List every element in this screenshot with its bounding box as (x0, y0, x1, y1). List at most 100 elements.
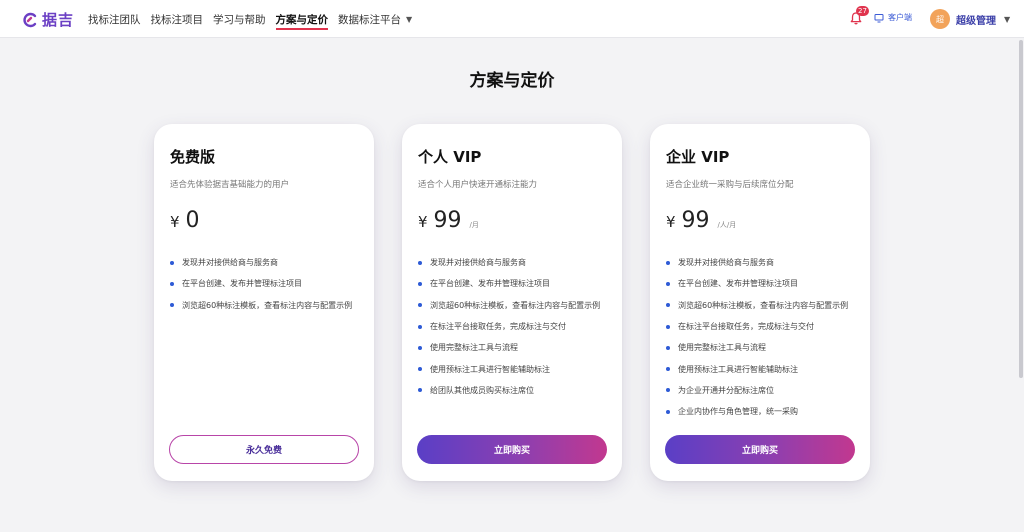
plan-card-personal-vip: 个人 VIP 适合个人用户快速开通标注能力 ¥ 99 /月 发现并对接供给商与服… (402, 124, 622, 481)
feature-text: 为企业开通并分配标注席位 (678, 385, 774, 395)
feature-item: 在标注平台接取任务，完成标注与交付 (666, 316, 848, 337)
feature-item: 使用完整标注工具与流程 (418, 337, 600, 358)
feature-list: 发现并对接供给商与服务商 在平台创建、发布并管理标注项目 浏览超60种标注模板，… (418, 252, 600, 401)
bullet-icon (170, 303, 174, 308)
bullet-icon (418, 324, 422, 329)
nav-plans-pricing[interactable]: 方案与定价 (275, 0, 329, 38)
feature-item: 发现并对接供给商与服务商 (666, 252, 848, 273)
feature-text: 使用预标注工具进行智能辅助标注 (430, 364, 550, 374)
plan-description: 适合企业统一采购与后续席位分配 (666, 180, 794, 190)
nav-learning-help[interactable]: 学习与帮助 (213, 0, 266, 38)
feature-text: 在标注平台接取任务，完成标注与交付 (430, 322, 566, 332)
feature-item: 在平台创建、发布并管理标注项目 (170, 273, 352, 294)
logo-text: 据吉 (42, 11, 75, 29)
top-navbar: 据吉 找标注团队 找标注项目 学习与帮助 方案与定价 数据标注平台 ▼ 27 客… (0, 0, 1024, 38)
feature-list: 发现并对接供给商与服务商 在平台创建、发布并管理标注项目 浏览超60种标注模板，… (666, 252, 848, 422)
bullet-icon (666, 345, 670, 350)
feature-item: 在平台创建、发布并管理标注项目 (666, 273, 848, 294)
price-currency: ¥ (666, 213, 676, 231)
feature-text: 在平台创建、发布并管理标注项目 (430, 279, 550, 289)
bullet-icon (418, 367, 422, 372)
plan-title: 免费版 (170, 148, 216, 166)
caret-down-icon: ▼ (406, 14, 413, 24)
price-currency: ¥ (418, 213, 428, 231)
plan-card-free: 免费版 适合先体验据吉基础能力的用户 ¥ 0 发现并对接供给商与服务商 在平台创… (154, 124, 374, 481)
logo[interactable]: 据吉 (22, 9, 74, 30)
bullet-icon (666, 324, 670, 329)
feature-text: 在平台创建、发布并管理标注项目 (182, 279, 302, 289)
monitor-icon (874, 13, 884, 22)
feature-item: 浏览超60种标注模板，查看标注内容与配置示例 (418, 295, 600, 316)
nav-annotation-platform[interactable]: 数据标注平台 ▼ (338, 0, 412, 38)
bullet-icon (418, 281, 422, 286)
plan-price: ¥ 99 /月 (418, 208, 479, 233)
bullet-icon (418, 388, 422, 393)
feature-list: 发现并对接供给商与服务商 在平台创建、发布并管理标注项目 浏览超60种标注模板，… (170, 252, 352, 316)
plan-description: 适合个人用户快速开通标注能力 (418, 180, 538, 190)
price-unit: /月 (469, 221, 479, 229)
feature-item: 企业内协作与角色管理，统一采购 (666, 401, 848, 422)
nav-label: 方案与定价 (275, 13, 329, 26)
feature-text: 浏览超60种标注模板，查看标注内容与配置示例 (182, 300, 353, 310)
logo-icon (23, 12, 37, 27)
bullet-icon (666, 367, 670, 372)
feature-item: 在平台创建、发布并管理标注项目 (418, 273, 600, 294)
feature-item: 发现并对接供给商与服务商 (418, 252, 600, 273)
caret-down-icon: ▼ (1004, 14, 1011, 24)
bullet-icon (666, 260, 670, 265)
buy-now-button[interactable]: 立即购买 (417, 435, 607, 464)
feature-text: 浏览超60种标注模板，查看标注内容与配置示例 (678, 300, 849, 310)
price-currency: ¥ (170, 213, 180, 231)
bullet-icon (418, 303, 422, 308)
nav-find-project[interactable]: 找标注项目 (151, 0, 204, 38)
feature-text: 发现并对接供给商与服务商 (430, 258, 526, 268)
nav-label: 学习与帮助 (213, 13, 266, 26)
user-name: 超级管理 (956, 15, 996, 27)
main-nav: 找标注团队 找标注项目 学习与帮助 方案与定价 数据标注平台 ▼ (88, 0, 422, 38)
client-link[interactable]: 客户端 (874, 12, 912, 23)
feature-item: 给团队其他成员购买标注席位 (418, 380, 600, 401)
feature-item: 浏览超60种标注模板，查看标注内容与配置示例 (666, 295, 848, 316)
price-unit: /人/月 (717, 221, 737, 229)
feature-text: 给团队其他成员购买标注席位 (430, 385, 534, 395)
feature-text: 发现并对接供给商与服务商 (678, 258, 774, 268)
page-title: 方案与定价 (469, 71, 555, 91)
bullet-icon (418, 260, 422, 265)
user-menu[interactable]: 超 超级管理 ▼ (930, 9, 1010, 29)
bullet-icon (666, 388, 670, 393)
price-amount: 99 (681, 208, 710, 233)
feature-text: 使用完整标注工具与流程 (678, 343, 766, 353)
feature-item: 使用预标注工具进行智能辅助标注 (418, 358, 600, 379)
nav-label: 找标注项目 (150, 13, 204, 26)
plan-card-enterprise-vip: 企业 VIP 适合企业统一采购与后续席位分配 ¥ 99 /人/月 发现并对接供给… (650, 124, 870, 481)
feature-text: 在标注平台接取任务，完成标注与交付 (678, 322, 814, 332)
feature-text: 浏览超60种标注模板，查看标注内容与配置示例 (430, 300, 601, 310)
feature-item: 为企业开通并分配标注席位 (666, 380, 848, 401)
plan-title: 个人 VIP (418, 148, 482, 166)
feature-item: 在标注平台接取任务，完成标注与交付 (418, 316, 600, 337)
feature-text: 使用完整标注工具与流程 (430, 343, 518, 353)
feature-item: 使用预标注工具进行智能辅助标注 (666, 358, 848, 379)
nav-label: 找标注团队 (88, 13, 141, 26)
plan-description: 适合先体验据吉基础能力的用户 (170, 180, 290, 190)
client-label: 客户端 (888, 13, 912, 22)
plan-price: ¥ 99 /人/月 (666, 208, 736, 233)
feature-text: 企业内协作与角色管理，统一采购 (678, 407, 798, 417)
feature-item: 发现并对接供给商与服务商 (170, 252, 352, 273)
price-amount: 99 (433, 208, 462, 233)
bullet-icon (170, 281, 174, 286)
feature-text: 发现并对接供给商与服务商 (182, 258, 278, 268)
bullet-icon (666, 281, 670, 286)
bullet-icon (666, 303, 670, 308)
feature-text: 在平台创建、发布并管理标注项目 (678, 279, 798, 289)
buy-now-button[interactable]: 立即购买 (665, 435, 855, 464)
feature-text: 使用预标注工具进行智能辅助标注 (678, 364, 798, 374)
plan-price: ¥ 0 (170, 208, 200, 233)
plan-title: 企业 VIP (666, 148, 730, 166)
bullet-icon (418, 345, 422, 350)
price-amount: 0 (185, 208, 200, 233)
free-forever-button[interactable]: 永久免费 (169, 435, 359, 464)
avatar: 超 (930, 9, 950, 29)
nav-find-team[interactable]: 找标注团队 (88, 0, 141, 38)
bullet-icon (170, 260, 174, 265)
